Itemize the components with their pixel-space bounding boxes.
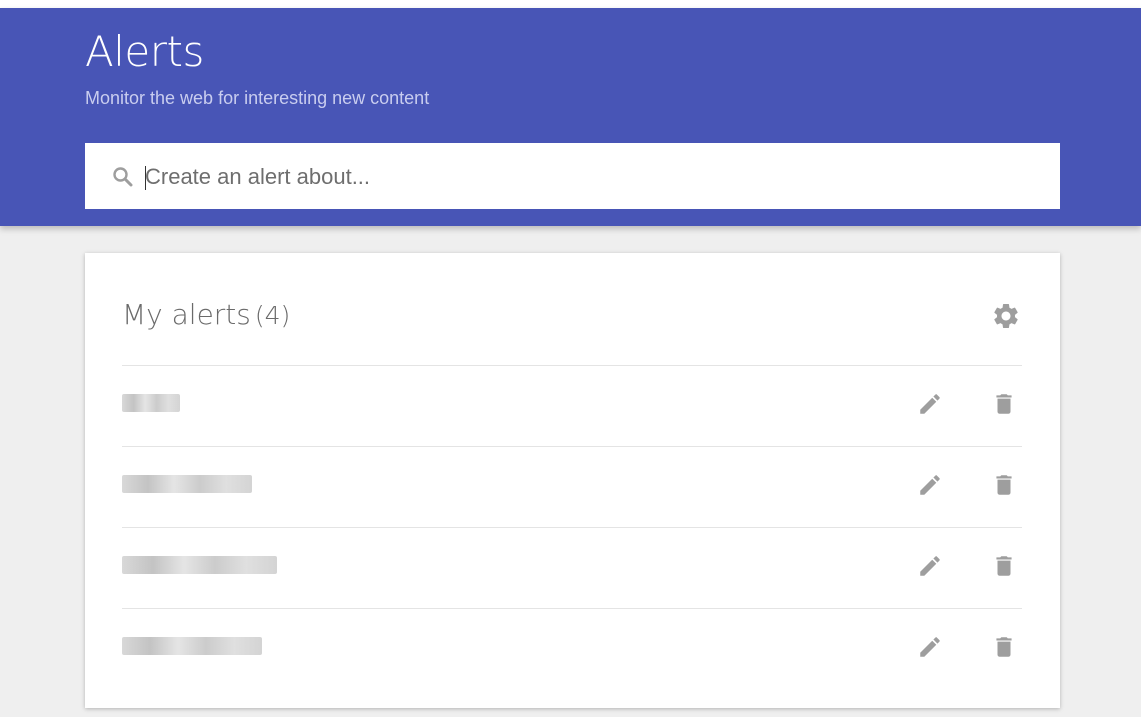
- edit-alert-button[interactable]: [915, 391, 945, 421]
- trash-icon: [991, 472, 1017, 503]
- pencil-icon: [917, 391, 943, 422]
- alert-row[interactable]: [122, 365, 1022, 446]
- redacted-text: [122, 394, 180, 412]
- delete-alert-button[interactable]: [989, 391, 1019, 421]
- pencil-icon: [917, 553, 943, 584]
- search-icon: [111, 165, 135, 189]
- trash-icon: [991, 634, 1017, 665]
- top-strip: [0, 0, 1141, 8]
- search-bar[interactable]: [85, 143, 1060, 209]
- delete-alert-button[interactable]: [989, 634, 1019, 664]
- my-alerts-title: My alerts: [122, 298, 251, 331]
- edit-alert-button[interactable]: [915, 634, 945, 664]
- gear-icon: [991, 301, 1021, 336]
- delete-alert-button[interactable]: [989, 472, 1019, 502]
- alerts-count: (4): [254, 301, 291, 330]
- my-alerts-heading: My alerts (4): [122, 298, 290, 333]
- alerts-list: [122, 365, 1022, 689]
- alert-row[interactable]: [122, 608, 1022, 689]
- redacted-text: [122, 556, 277, 574]
- my-alerts-card: My alerts (4): [85, 253, 1060, 708]
- redacted-text: [122, 475, 252, 493]
- page-title: Alerts: [85, 27, 204, 76]
- trash-icon: [991, 391, 1017, 422]
- alert-row[interactable]: [122, 527, 1022, 608]
- delete-alert-button[interactable]: [989, 553, 1019, 583]
- pencil-icon: [917, 472, 943, 503]
- redacted-text: [122, 637, 262, 655]
- edit-alert-button[interactable]: [915, 472, 945, 502]
- create-alert-input[interactable]: [145, 161, 1025, 193]
- page-header: Alerts Monitor the web for interesting n…: [0, 8, 1141, 226]
- trash-icon: [991, 553, 1017, 584]
- alert-settings-button[interactable]: [988, 300, 1024, 336]
- page-subtitle: Monitor the web for interesting new cont…: [85, 88, 430, 108]
- pencil-icon: [917, 634, 943, 665]
- edit-alert-button[interactable]: [915, 553, 945, 583]
- alert-row[interactable]: [122, 446, 1022, 527]
